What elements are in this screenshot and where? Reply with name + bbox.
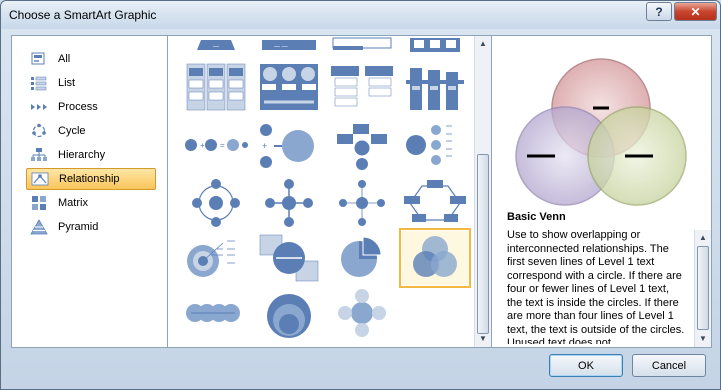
matrix-icon — [30, 195, 48, 211]
gallery-item-pie-segments[interactable] — [329, 231, 395, 285]
category-panel: All List Process Cycle Hierarchy Relatio… — [11, 35, 168, 348]
category-hierarchy[interactable]: Hierarchy — [26, 144, 156, 166]
list-icon — [30, 75, 48, 91]
gallery-item-opposing-ideas[interactable] — [256, 60, 322, 114]
desc-scroll-down-icon[interactable]: ▼ — [697, 333, 709, 345]
category-cycle[interactable]: Cycle — [26, 120, 156, 142]
gallery-item-partial-2[interactable]: — — — [256, 0, 322, 54]
all-icon — [30, 51, 48, 67]
gallery-item-target-list[interactable] — [402, 118, 468, 172]
category-process[interactable]: Process — [26, 96, 156, 118]
category-all[interactable]: All — [26, 48, 156, 70]
gallery-item-cycle-matrix[interactable] — [402, 176, 468, 230]
gallery-scrollbar[interactable]: ▲ ▼ — [474, 36, 491, 347]
venn-preview — [515, 58, 687, 206]
category-relationship[interactable]: Relationship — [26, 168, 156, 190]
category-matrix[interactable]: Matrix — [26, 192, 156, 214]
gallery-item-partial-4[interactable] — [402, 0, 468, 54]
gallery-item-basic-radial[interactable] — [329, 176, 395, 230]
gallery-item-equation[interactable]: + = — [183, 118, 249, 172]
gallery-item-basic-venn[interactable] — [399, 228, 471, 288]
gallery-item-stacked-venn[interactable] — [256, 286, 322, 340]
details-panel: Basic Venn Use to show overlapping or in… — [491, 35, 712, 348]
scroll-down-icon[interactable]: ▼ — [477, 333, 489, 345]
gallery-item-radial-list[interactable] — [329, 118, 395, 172]
help-button[interactable]: ? — [646, 2, 672, 21]
gallery-item-counterbalance-arrows[interactable] — [256, 231, 322, 285]
category-list[interactable]: List — [26, 72, 156, 94]
gallery-item-linear-venn[interactable] — [183, 286, 249, 340]
dialog-title: Choose a SmartArt Graphic — [9, 8, 157, 22]
cycle-icon — [30, 123, 48, 139]
cancel-button[interactable]: Cancel — [632, 354, 706, 377]
gallery-item-partial-1[interactable]: — — [183, 0, 249, 54]
hierarchy-icon — [30, 147, 48, 163]
gallery-item-radial-cycle[interactable] — [183, 176, 249, 230]
pyramid-icon — [30, 219, 48, 235]
svg-text:+: + — [200, 141, 205, 150]
gallery-item-stacked-list[interactable] — [402, 60, 468, 114]
process-icon — [30, 99, 48, 115]
gallery-item-radial-venn[interactable] — [329, 286, 395, 340]
svg-text:+: + — [262, 141, 267, 151]
desc-scroll-thumb[interactable] — [697, 246, 709, 330]
description-scrollbar[interactable]: ▲ ▼ — [694, 230, 711, 347]
scroll-up-icon[interactable]: ▲ — [477, 38, 489, 50]
graphic-description: Use to show overlapping or interconnecte… — [507, 229, 685, 344]
svg-text:— —: — — — [274, 44, 288, 50]
svg-text:—: — — [213, 44, 219, 50]
graphic-title: Basic Venn — [507, 211, 566, 223]
gallery-item-partial-3[interactable] — [329, 0, 395, 54]
scroll-thumb[interactable] — [477, 154, 489, 334]
category-pyramid[interactable]: Pyramid — [26, 216, 156, 238]
gallery-item-target[interactable] — [183, 231, 249, 285]
close-button[interactable]: ✕ — [674, 2, 717, 21]
gallery-panel: — — — + = + ▲ ▼ — [167, 35, 492, 348]
ok-button[interactable]: OK — [549, 354, 623, 377]
gallery-item-diverging-radial[interactable] — [256, 176, 322, 230]
dialog-window: Choose a SmartArt Graphic ? ✕ All List P… — [0, 0, 721, 390]
svg-text:=: = — [220, 141, 225, 150]
relationship-icon — [31, 171, 49, 187]
gallery-item-grouped-list[interactable] — [183, 60, 249, 114]
gallery-item-table-list[interactable] — [329, 60, 395, 114]
gallery-item-converging-radial[interactable]: + — [256, 118, 322, 172]
desc-scroll-up-icon[interactable]: ▲ — [697, 232, 709, 244]
